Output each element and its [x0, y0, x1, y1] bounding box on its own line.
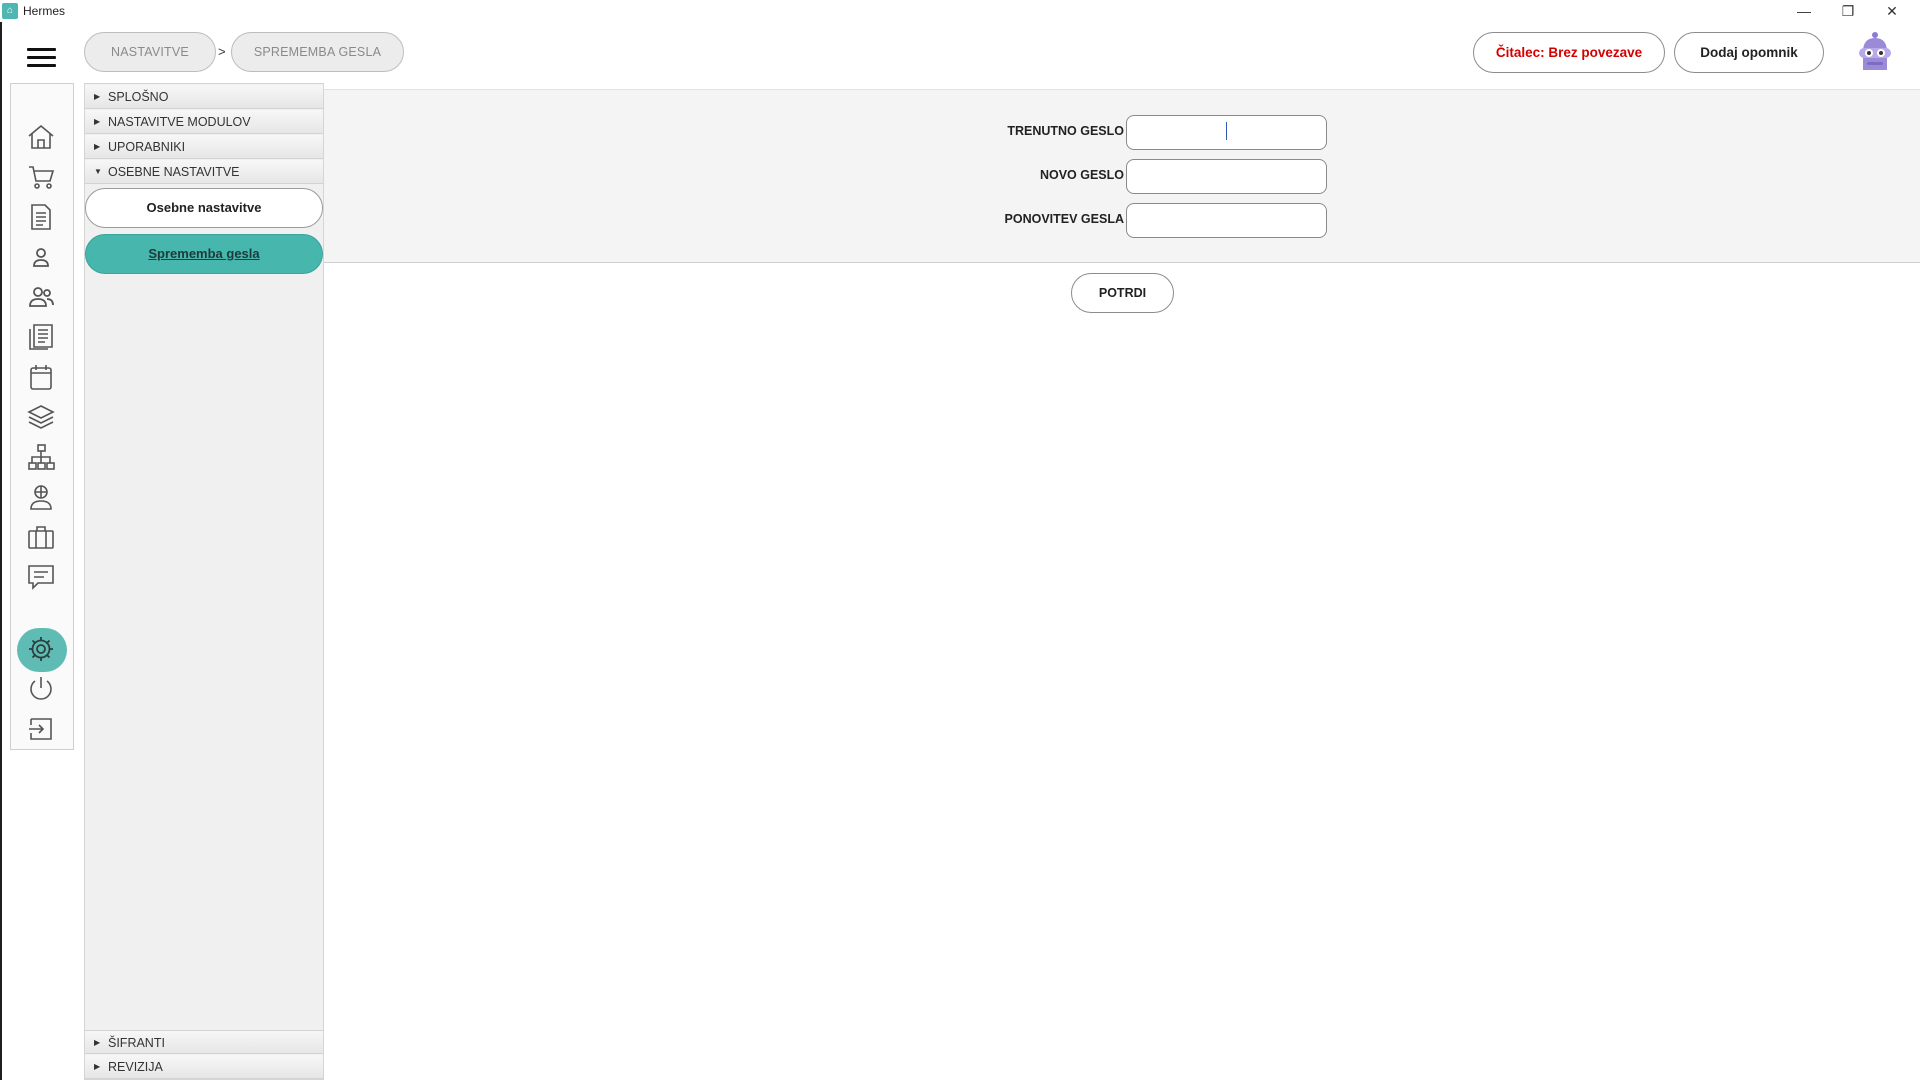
tree-section-revizija[interactable]: ▶ REVIZIJA [85, 1055, 323, 1079]
tree-section-osebne-nastavitve[interactable]: ▼ OSEBNE NASTAVITVE [85, 160, 323, 184]
collapsed-arrow-icon: ▶ [94, 142, 101, 151]
reader-status-button[interactable]: Čitalec: Brez povezave [1473, 32, 1665, 73]
tree-item-sprememba-gesla[interactable]: Sprememba gesla [85, 234, 323, 274]
people-icon[interactable] [24, 280, 58, 314]
title-bar: ⌂ Hermes — ❐ ✕ [0, 0, 1920, 22]
text-caret [1226, 122, 1227, 140]
calendar-icon[interactable] [24, 360, 58, 394]
collapsed-arrow-icon: ▶ [94, 1062, 101, 1071]
tree-section-label: OSEBNE NASTAVITVE [108, 165, 240, 179]
breadcrumb-sprememba-gesla[interactable]: SPREMEMBA GESLA [231, 32, 404, 72]
repeat-password-label: PONOVITEV GESLA [1004, 212, 1124, 226]
repeat-password-field[interactable] [1126, 203, 1327, 238]
gear-icon[interactable] [24, 632, 58, 666]
cart-icon[interactable] [24, 160, 58, 194]
settings-tree: ▶ SPLOŠNO ▶ NASTAVITVE MODULOV ▶ UPORABN… [84, 83, 324, 1080]
expanded-arrow-icon: ▼ [94, 167, 102, 176]
user-support-icon[interactable] [24, 480, 58, 514]
window-border [0, 22, 2, 1080]
menu-icon[interactable] [22, 44, 62, 74]
minimize-button[interactable]: — [1782, 0, 1826, 22]
robot-avatar-icon[interactable] [1855, 30, 1895, 74]
tree-section-nastavitve-modulov[interactable]: ▶ NASTAVITVE MODULOV [85, 110, 323, 134]
document-icon[interactable] [24, 200, 58, 234]
network-icon[interactable] [24, 440, 58, 474]
person-icon[interactable] [24, 240, 58, 274]
confirm-button[interactable]: POTRDI [1071, 273, 1174, 313]
app-logo-icon: ⌂ [2, 3, 18, 19]
collapsed-arrow-icon: ▶ [94, 117, 101, 126]
close-button[interactable]: ✕ [1870, 0, 1914, 22]
collapsed-arrow-icon: ▶ [94, 92, 101, 101]
tree-section-sifranti[interactable]: ▶ ŠIFRANTI [85, 1030, 323, 1054]
current-password-label: TRENUTNO GESLO [1007, 124, 1124, 138]
breadcrumb-separator: > [218, 44, 226, 59]
tree-section-label: UPORABNIKI [108, 140, 186, 154]
collapsed-arrow-icon: ▶ [94, 1038, 101, 1047]
tree-section-label: NASTAVITVE MODULOV [108, 115, 251, 129]
home-icon[interactable] [24, 120, 58, 154]
breadcrumb-nastavitve[interactable]: NASTAVITVE [84, 32, 216, 72]
tree-section-label: ŠIFRANTI [108, 1036, 165, 1050]
tree-section-uporabniki[interactable]: ▶ UPORABNIKI [85, 135, 323, 159]
new-password-label: NOVO GESLO [1039, 168, 1124, 182]
restore-button[interactable]: ❐ [1826, 0, 1870, 22]
power-icon[interactable] [24, 672, 58, 706]
newspaper-icon[interactable] [24, 320, 58, 354]
layers-icon[interactable] [24, 400, 58, 434]
window-title: Hermes [23, 4, 66, 18]
new-password-field[interactable] [1126, 159, 1327, 194]
tree-section-label: REVIZIJA [108, 1060, 163, 1074]
briefcase-icon[interactable] [24, 520, 58, 554]
tree-section-splosno[interactable]: ▶ SPLOŠNO [85, 85, 323, 109]
tree-item-osebne-nastavitve[interactable]: Osebne nastavitve [85, 188, 323, 228]
chat-icon[interactable] [24, 560, 58, 594]
add-reminder-button[interactable]: Dodaj opomnik [1674, 32, 1824, 73]
logout-icon[interactable] [24, 712, 58, 746]
tree-section-label: SPLOŠNO [108, 90, 169, 104]
